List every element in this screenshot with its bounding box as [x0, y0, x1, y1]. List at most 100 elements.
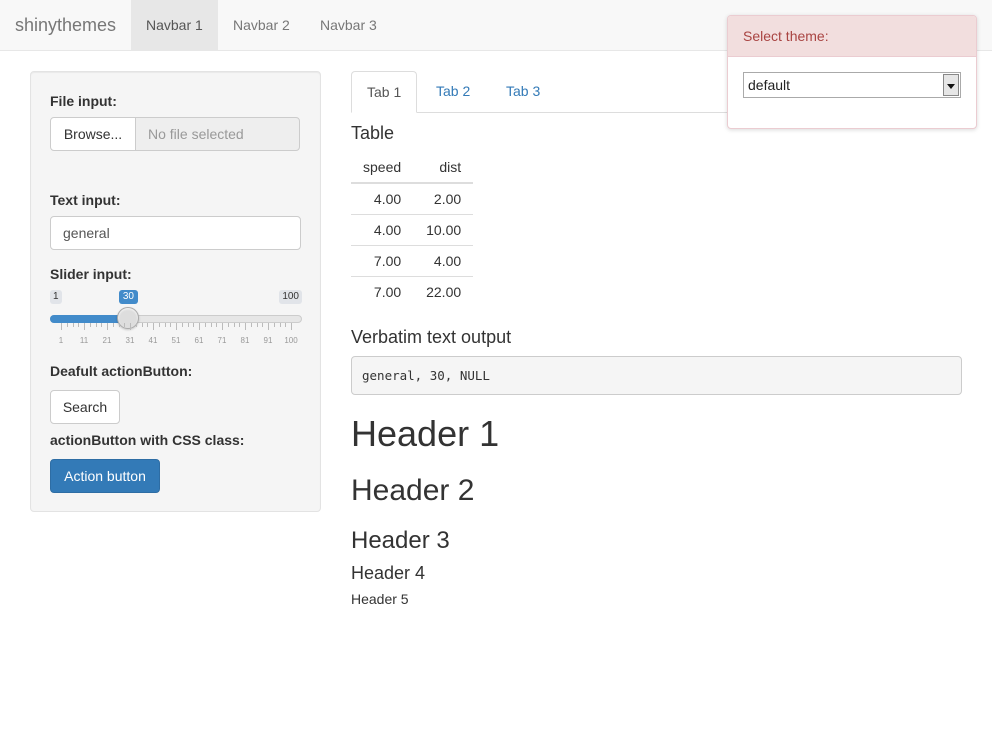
slider-tick — [153, 323, 154, 330]
slider-tick — [95, 323, 97, 327]
slider-value-label: 30 — [118, 290, 138, 304]
slider-tick — [84, 323, 85, 330]
slider-tick — [124, 323, 126, 327]
slider-tick — [204, 323, 206, 327]
slider-tick-label: 41 — [148, 336, 158, 345]
slider-tick-label: 31 — [125, 336, 135, 345]
sidebar-panel: File input: Browse... No file selected T… — [30, 71, 321, 512]
slider-tick — [262, 323, 264, 327]
verbatim-output: general, 30, NULL — [351, 356, 962, 395]
slider-tick — [233, 323, 235, 327]
theme-select-value: default — [748, 77, 791, 93]
file-name-display: No file selected — [135, 117, 300, 151]
slider-tick — [66, 323, 68, 327]
tab-3[interactable]: Tab 3 — [491, 71, 555, 113]
file-input: Browse... No file selected — [50, 117, 301, 151]
css-button-label: actionButton with CSS class: — [50, 432, 245, 448]
table-cell: 2.00 — [413, 182, 474, 214]
nav-item-navbar-3[interactable]: Navbar 3 — [305, 0, 392, 50]
header-3: Header 3 — [351, 527, 450, 554]
theme-selector-panel: Select theme: default — [727, 15, 977, 129]
slider-tick — [199, 323, 200, 330]
table-header-speed: speed — [351, 152, 414, 184]
slider-tick — [141, 323, 143, 327]
header-5: Header 5 — [351, 591, 409, 607]
slider-tick-label: 61 — [194, 336, 204, 345]
slider-tick — [245, 323, 246, 330]
slider-tick — [222, 323, 223, 330]
table-row: 7.00 22.00 — [351, 275, 474, 307]
theme-selector-heading: Select theme: — [728, 16, 976, 57]
table-cell: 7.00 — [351, 275, 414, 307]
table-cell: 4.00 — [413, 244, 474, 276]
slider-tick-label: 51 — [171, 336, 181, 345]
slider-tick-label: 91 — [263, 336, 273, 345]
search-button[interactable]: Search — [50, 390, 120, 424]
table-cell: 10.00 — [413, 213, 474, 245]
slider-tick — [164, 323, 166, 327]
table-cell: 22.00 — [413, 275, 474, 307]
slider-tick — [268, 323, 269, 330]
slider-input[interactable]: 1 100 30 1 11 21 31 41 51 61 71 81 91 100 — [50, 288, 302, 348]
slider-tick — [285, 323, 287, 327]
slider-tick — [279, 323, 281, 327]
slider-tick — [210, 323, 212, 327]
table-heading: Table — [351, 123, 395, 143]
chevron-down-icon[interactable] — [943, 74, 959, 96]
table-row: 4.00 2.00 — [351, 182, 474, 214]
slider-tick — [101, 323, 103, 327]
slider-tick-label: 71 — [217, 336, 227, 345]
nav-item-navbar-2[interactable]: Navbar 2 — [218, 0, 305, 50]
slider-tick — [112, 323, 114, 327]
slider-tick-label: 21 — [102, 336, 112, 345]
theme-select[interactable]: default — [743, 72, 961, 98]
default-button-label: Deafult actionButton: — [50, 363, 193, 379]
slider-tick-label: 100 — [284, 336, 298, 345]
navbar-brand[interactable]: shinythemes — [15, 15, 116, 35]
slider-tick — [78, 323, 80, 327]
slider-max-label: 100 — [279, 290, 302, 304]
table-header-row: speed dist — [351, 152, 474, 184]
slider-tick — [158, 323, 160, 327]
slider-tick — [72, 323, 74, 327]
slider-tick-label: 11 — [79, 336, 89, 345]
slider-tick — [273, 323, 275, 327]
slider-tick — [89, 323, 91, 327]
slider-tick — [250, 323, 252, 327]
action-button[interactable]: Action button — [50, 459, 160, 493]
slider-input-label: Slider input: — [50, 266, 132, 282]
text-input[interactable]: general — [50, 216, 301, 250]
table-cell: 7.00 — [351, 244, 414, 276]
tab-2[interactable]: Tab 2 — [421, 71, 485, 113]
browse-button[interactable]: Browse... — [50, 117, 136, 151]
slider-tick — [193, 323, 195, 327]
slider-tick-label: 81 — [240, 336, 250, 345]
slider-tick — [107, 323, 108, 330]
slider-tick — [239, 323, 241, 327]
slider-tick — [135, 323, 137, 327]
slider-tick — [181, 323, 183, 327]
slider-tick — [227, 323, 229, 327]
tab-1[interactable]: Tab 1 — [351, 71, 418, 113]
slider-tick — [118, 323, 120, 327]
header-2: Header 2 — [351, 474, 475, 507]
nav-item-navbar-1[interactable]: Navbar 1 — [131, 0, 218, 50]
slider-tick — [216, 323, 218, 327]
slider-tick — [147, 323, 149, 327]
text-input-label: Text input: — [50, 192, 121, 208]
slider-tick — [61, 323, 62, 330]
table-header-dist: dist — [413, 152, 474, 184]
header-4: Header 4 — [351, 563, 426, 583]
header-1: Header 1 — [351, 413, 500, 454]
slider-tick — [256, 323, 258, 327]
slider-tick — [291, 323, 292, 330]
slider-tick — [130, 323, 131, 330]
slider-tick — [187, 323, 189, 327]
table-row: 4.00 10.00 — [351, 213, 474, 245]
file-input-label: File input: — [50, 93, 117, 109]
table-row: 7.00 4.00 — [351, 244, 474, 276]
table-cell: 4.00 — [351, 213, 414, 245]
verbatim-heading: Verbatim text output — [351, 327, 512, 347]
slider-tick-label: 1 — [58, 336, 64, 345]
table-cell: 4.00 — [351, 182, 414, 214]
